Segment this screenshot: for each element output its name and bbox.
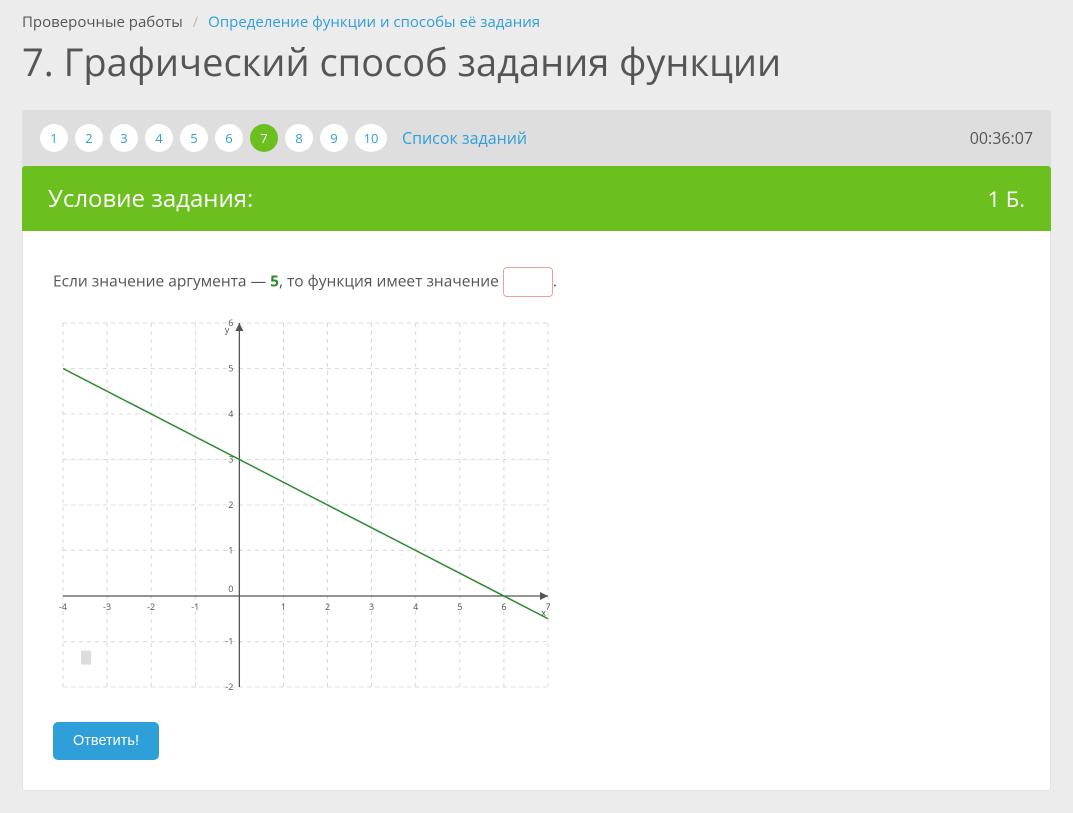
task-body: Если значение аргумента — 5, то функция … <box>22 231 1051 791</box>
task-number-6[interactable]: 6 <box>215 124 243 152</box>
breadcrumb-parent: Проверочные работы <box>22 12 183 32</box>
task-number-10[interactable]: 10 <box>355 124 387 152</box>
question-text: Если значение аргумента — 5, то функция … <box>53 267 1020 297</box>
svg-text:-4: -4 <box>59 600 67 613</box>
task-list-link[interactable]: Список заданий <box>402 127 527 149</box>
question-middle: , то функция имеет значение <box>279 270 503 292</box>
svg-text:1: 1 <box>228 544 233 557</box>
task-number-2[interactable]: 2 <box>75 124 103 152</box>
argument-value: 5 <box>270 270 279 292</box>
question-suffix: . <box>553 270 557 292</box>
svg-text:4: 4 <box>228 407 233 420</box>
timer: 00:36:07 <box>970 127 1033 149</box>
svg-text:5: 5 <box>457 600 462 613</box>
svg-text:-1: -1 <box>225 635 233 648</box>
question-prefix: Если значение аргумента — <box>53 270 270 292</box>
page-title: 7. Графический способ задания функции <box>22 36 1051 88</box>
svg-text:3: 3 <box>369 600 374 613</box>
svg-text:1: 1 <box>281 600 286 613</box>
svg-text:-2: -2 <box>147 600 155 613</box>
condition-label: Условие задания: <box>48 182 253 215</box>
submit-button[interactable]: Ответить! <box>53 722 159 760</box>
svg-text:7: 7 <box>545 600 550 613</box>
points-badge: 1 Б. <box>987 184 1025 214</box>
svg-text:6: 6 <box>501 600 506 613</box>
svg-text:0: 0 <box>228 582 233 595</box>
breadcrumb-separator: / <box>193 12 199 32</box>
svg-text:2: 2 <box>325 600 330 613</box>
task-number-list: 12345678910 Список заданий <box>40 124 527 152</box>
task-number-8[interactable]: 8 <box>285 124 313 152</box>
breadcrumb-child-link[interactable]: Определение функции и способы её задания <box>208 12 540 32</box>
graph-svg: -4-3-2-11234567-2-11234560xy <box>53 315 558 695</box>
svg-text:5: 5 <box>228 362 233 375</box>
breadcrumb: Проверочные работы / Определение функции… <box>22 12 1051 32</box>
svg-text:-1: -1 <box>191 600 199 613</box>
function-graph: -4-3-2-11234567-2-11234560xy <box>53 315 1020 700</box>
task-number-9[interactable]: 9 <box>320 124 348 152</box>
svg-text:2: 2 <box>228 498 233 511</box>
svg-text:y: y <box>225 323 230 336</box>
answer-input[interactable] <box>503 267 553 297</box>
task-nav-bar: 12345678910 Список заданий 00:36:07 <box>22 110 1051 166</box>
task-number-7[interactable]: 7 <box>250 124 278 152</box>
svg-text:-3: -3 <box>103 600 111 613</box>
task-card: 12345678910Список заданий 00:36:07 Услов… <box>22 110 1051 791</box>
task-number-4[interactable]: 4 <box>145 124 173 152</box>
task-number-5[interactable]: 5 <box>180 124 208 152</box>
task-number-1[interactable]: 1 <box>40 124 68 152</box>
condition-header: Условие задания: 1 Б. <box>22 166 1051 231</box>
svg-text:-2: -2 <box>225 680 233 693</box>
task-number-3[interactable]: 3 <box>110 124 138 152</box>
svg-text:4: 4 <box>413 600 418 613</box>
